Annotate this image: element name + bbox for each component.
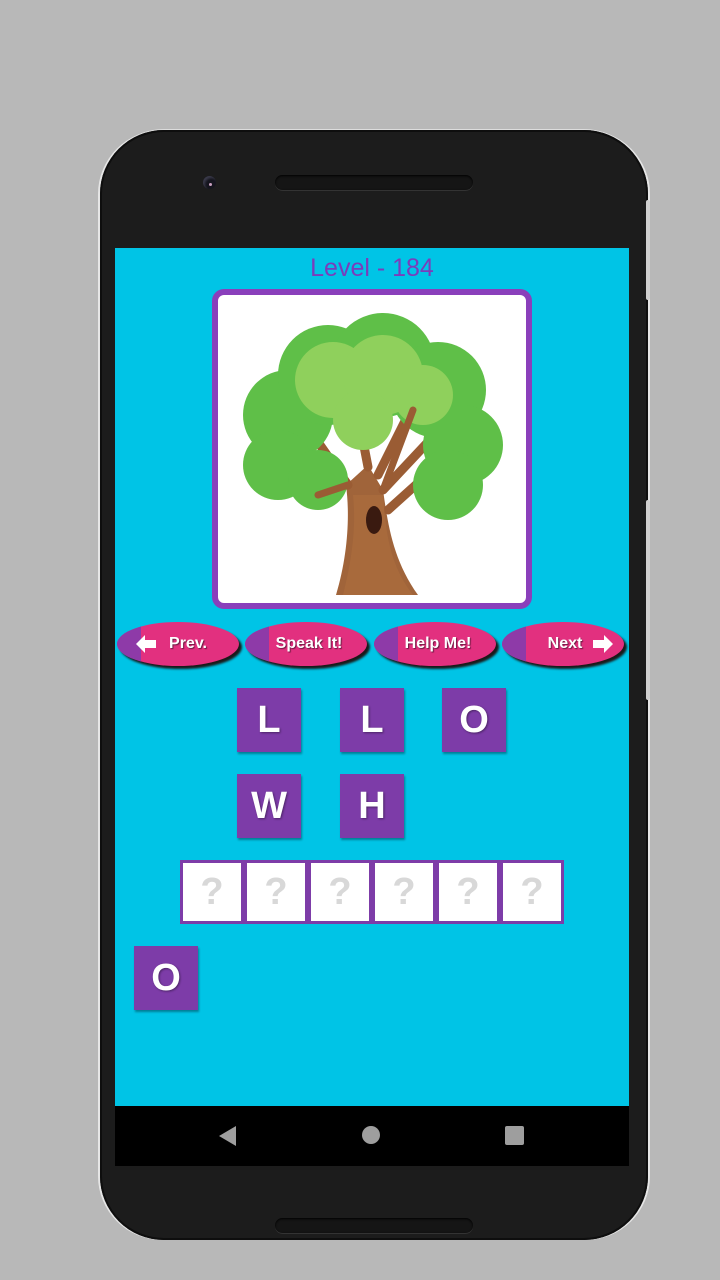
front-camera: [203, 176, 216, 189]
home-icon[interactable]: [362, 1126, 380, 1144]
letter-tile[interactable]: H: [340, 774, 404, 838]
help-me-label: Help Me!: [404, 635, 472, 652]
arrow-right-icon: [593, 635, 613, 653]
recents-icon[interactable]: [505, 1126, 524, 1145]
letter-tile[interactable]: O: [442, 688, 506, 752]
top-speaker: [275, 175, 473, 190]
letter-tile[interactable]: L: [237, 688, 301, 752]
letter-tile[interactable]: L: [340, 688, 404, 752]
answer-slot[interactable]: ?: [372, 860, 436, 924]
help-me-button[interactable]: Help Me!: [374, 622, 496, 666]
answer-slot[interactable]: ?: [500, 860, 564, 924]
extra-letter-tile[interactable]: O: [134, 946, 198, 1010]
volume-button: [646, 500, 650, 700]
answer-slot[interactable]: ?: [308, 860, 372, 924]
tree-image: [243, 313, 503, 595]
answer-slot[interactable]: ?: [244, 860, 308, 924]
level-title: Level - 184: [310, 254, 434, 282]
bottom-speaker: [275, 1218, 473, 1233]
answer-slot[interactable]: ?: [180, 860, 244, 924]
power-button: [646, 200, 650, 300]
game-screen: Level - 184 Prev. Speak It! Help Me! Nex…: [115, 248, 629, 1106]
back-icon[interactable]: [219, 1126, 236, 1146]
picture-card: [212, 289, 532, 609]
letter-tile[interactable]: W: [237, 774, 301, 838]
prev-label: Prev.: [169, 635, 207, 652]
answer-slot[interactable]: ?: [436, 860, 500, 924]
speak-it-label: Speak It!: [275, 635, 343, 652]
next-button[interactable]: Next: [502, 622, 624, 666]
android-nav-bar: [115, 1106, 629, 1166]
speak-it-button[interactable]: Speak It!: [245, 622, 367, 666]
prev-button[interactable]: Prev.: [117, 622, 239, 666]
